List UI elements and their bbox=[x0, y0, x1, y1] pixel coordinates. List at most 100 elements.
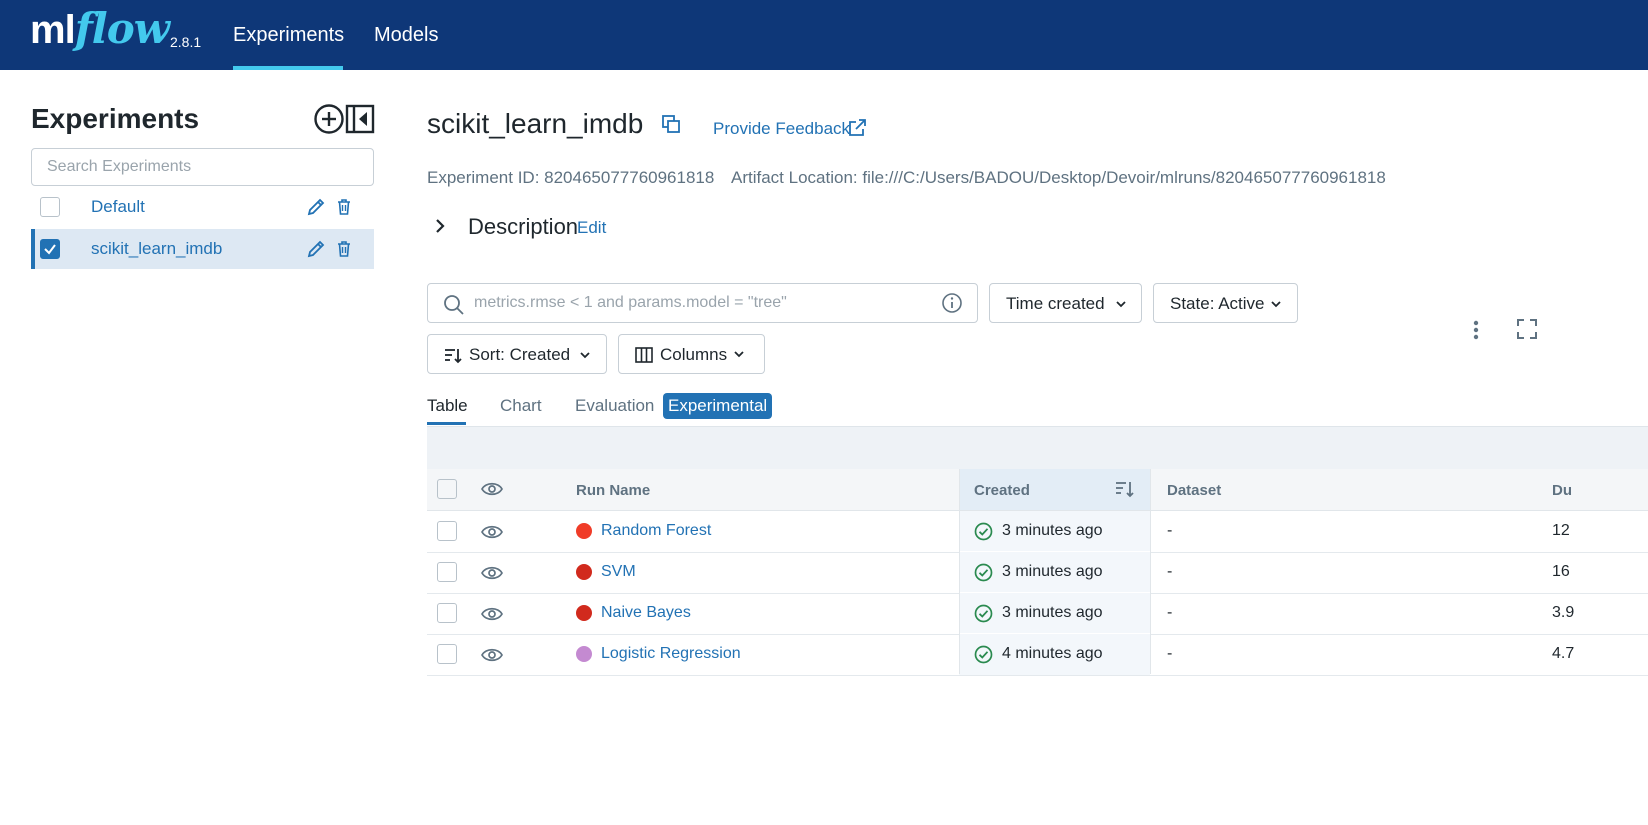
edit-pencil-icon[interactable] bbox=[306, 239, 326, 259]
created-time: 3 minutes ago bbox=[1002, 604, 1103, 621]
create-experiment-button[interactable] bbox=[313, 103, 345, 135]
chevron-down-icon bbox=[1116, 301, 1126, 308]
trash-icon[interactable] bbox=[334, 197, 354, 217]
header-dataset[interactable]: Dataset bbox=[1167, 482, 1221, 499]
more-options-icon[interactable] bbox=[1466, 318, 1486, 342]
row-checkbox[interactable] bbox=[437, 644, 457, 664]
experiment-checkbox-checked[interactable] bbox=[40, 239, 60, 259]
artifact-location: Artifact Location: file:///C:/Users/BADO… bbox=[731, 168, 1386, 187]
duration-value: 16 bbox=[1552, 563, 1570, 580]
column-divider bbox=[1150, 469, 1151, 674]
chevron-down-icon bbox=[580, 352, 590, 359]
active-tab-indicator bbox=[427, 422, 466, 425]
copy-icon[interactable] bbox=[661, 114, 681, 134]
nav-models[interactable]: Models bbox=[374, 0, 438, 70]
chevron-down-icon bbox=[1271, 301, 1281, 308]
success-check-icon bbox=[974, 522, 993, 541]
header-created[interactable]: Created bbox=[974, 482, 1030, 499]
tab-chart[interactable]: Chart bbox=[500, 396, 542, 416]
chevron-down-icon bbox=[734, 351, 744, 358]
search-experiments-input[interactable]: Search Experiments bbox=[31, 148, 374, 186]
sort-icon bbox=[445, 349, 462, 364]
trash-icon[interactable] bbox=[334, 239, 354, 259]
success-check-icon bbox=[974, 604, 993, 623]
state-label: State: Active bbox=[1170, 294, 1265, 313]
sidebar-item-label[interactable]: Default bbox=[91, 197, 145, 217]
nav-active-indicator bbox=[233, 66, 343, 70]
sidebar-item-scikit-learn-imdb[interactable]: scikit_learn_imdb bbox=[31, 229, 374, 269]
collapse-left-icon bbox=[345, 104, 375, 134]
created-time: 3 minutes ago bbox=[1002, 563, 1103, 580]
chevron-right-icon[interactable] bbox=[432, 217, 448, 235]
columns-label: Columns bbox=[660, 345, 728, 364]
columns-dropdown[interactable]: Columns bbox=[618, 334, 765, 374]
fullscreen-icon[interactable] bbox=[1516, 318, 1538, 340]
duration-value: 3.9 bbox=[1552, 604, 1575, 621]
header-duration[interactable]: Du bbox=[1552, 482, 1572, 499]
column-divider bbox=[959, 469, 960, 674]
run-name-link[interactable]: Naive Bayes bbox=[601, 604, 691, 622]
run-color-dot[interactable] bbox=[576, 646, 592, 662]
created-time: 3 minutes ago bbox=[1002, 522, 1103, 539]
dataset-value: - bbox=[1167, 645, 1173, 662]
check-icon bbox=[44, 244, 56, 255]
run-color-dot[interactable] bbox=[576, 523, 592, 539]
table-group-header bbox=[427, 426, 1648, 470]
created-time: 4 minutes ago bbox=[1002, 645, 1103, 662]
description-title[interactable]: Description bbox=[468, 214, 578, 240]
columns-icon bbox=[635, 347, 653, 363]
success-check-icon bbox=[974, 563, 993, 582]
dataset-value: - bbox=[1167, 604, 1173, 621]
select-all-checkbox[interactable] bbox=[437, 479, 457, 499]
edit-pencil-icon[interactable] bbox=[306, 197, 326, 217]
eye-icon[interactable] bbox=[481, 523, 503, 541]
eye-icon[interactable] bbox=[481, 564, 503, 582]
nav-experiments[interactable]: Experiments bbox=[233, 0, 344, 70]
sort-desc-icon[interactable] bbox=[1114, 479, 1136, 499]
info-icon[interactable] bbox=[941, 292, 963, 314]
plus-circle-icon bbox=[314, 104, 344, 134]
sort-dropdown[interactable]: Sort: Created bbox=[427, 334, 607, 374]
page-title: scikit_learn_imdb bbox=[427, 108, 644, 139]
row-checkbox[interactable] bbox=[437, 521, 457, 541]
state-dropdown[interactable]: State: Active bbox=[1153, 283, 1298, 323]
external-link-icon[interactable] bbox=[847, 118, 867, 138]
sort-label: Sort: Created bbox=[469, 345, 571, 364]
experiment-id: Experiment ID: 820465077760961818 bbox=[427, 168, 715, 187]
logo-flow-text: flow bbox=[74, 4, 170, 53]
description-edit-link[interactable]: Edit bbox=[577, 218, 606, 238]
sidebar-item-label[interactable]: scikit_learn_imdb bbox=[91, 239, 222, 259]
run-name-link[interactable]: Logistic Regression bbox=[601, 645, 741, 663]
eye-icon[interactable] bbox=[481, 605, 503, 623]
logo-ml-text: ml bbox=[30, 8, 76, 52]
row-checkbox[interactable] bbox=[437, 603, 457, 623]
dataset-value: - bbox=[1167, 563, 1173, 580]
collapse-sidebar-button[interactable] bbox=[345, 103, 377, 135]
duration-value: 12 bbox=[1552, 522, 1570, 539]
run-search-input[interactable]: metrics.rmse < 1 and params.model = "tre… bbox=[427, 283, 978, 323]
mlflow-logo[interactable]: ml flow bbox=[30, 4, 170, 64]
eye-icon[interactable] bbox=[481, 480, 503, 498]
provide-feedback-link[interactable]: Provide Feedback bbox=[713, 119, 850, 139]
run-color-dot[interactable] bbox=[576, 605, 592, 621]
success-check-icon bbox=[974, 645, 993, 664]
experiment-checkbox[interactable] bbox=[40, 197, 60, 217]
sidebar-title: Experiments bbox=[31, 103, 200, 134]
experimental-badge: Experimental bbox=[663, 393, 773, 419]
top-header: ml flow 2.8.1 Experiments Models bbox=[0, 0, 1648, 70]
eye-icon[interactable] bbox=[481, 646, 503, 664]
tab-table[interactable]: Table bbox=[427, 396, 468, 416]
row-checkbox[interactable] bbox=[437, 562, 457, 582]
duration-value: 4.7 bbox=[1552, 645, 1575, 662]
time-created-label: Time created bbox=[1006, 294, 1105, 313]
tab-evaluation[interactable]: Evaluation bbox=[575, 396, 654, 416]
sidebar-item-default[interactable]: Default bbox=[31, 187, 374, 227]
version-label: 2.8.1 bbox=[170, 34, 202, 50]
header-run-name[interactable]: Run Name bbox=[576, 482, 650, 499]
run-search-placeholder: metrics.rmse < 1 and params.model = "tre… bbox=[474, 294, 787, 311]
run-color-dot[interactable] bbox=[576, 564, 592, 580]
run-name-link[interactable]: SVM bbox=[601, 563, 636, 581]
run-name-link[interactable]: Random Forest bbox=[601, 522, 711, 540]
time-created-dropdown[interactable]: Time created bbox=[989, 283, 1142, 323]
search-icon bbox=[444, 295, 464, 315]
